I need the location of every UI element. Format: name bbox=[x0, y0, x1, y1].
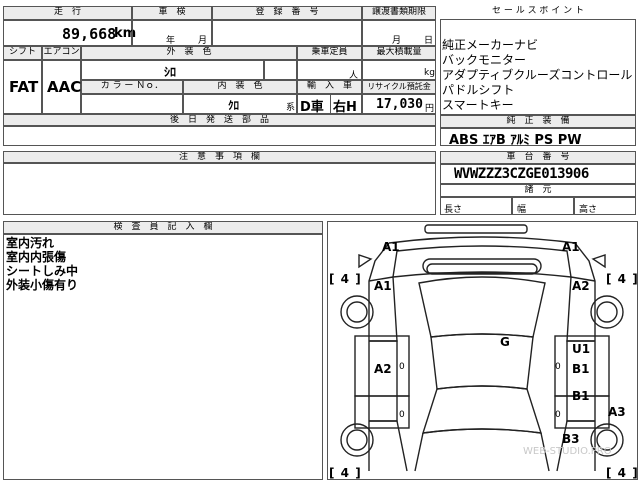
panel-zero: 0 bbox=[555, 362, 561, 372]
specs-width-label: 幅 bbox=[517, 205, 527, 215]
sales-point-item: 純正メーカーナビ bbox=[442, 38, 539, 52]
damage-mark-a1-front-right: A1 bbox=[562, 240, 580, 254]
remark-item: 室内汚れ bbox=[6, 236, 55, 250]
exterior-color-header: 外 装 色 bbox=[81, 46, 297, 60]
import-header: 輸 入 車 bbox=[297, 80, 362, 94]
damage-mark-b1-lower: B1 bbox=[572, 389, 590, 403]
inspection-month: 月 bbox=[198, 36, 208, 46]
vehicle-diagram bbox=[340, 224, 624, 472]
exterior-color-value: ｼﾛ bbox=[164, 65, 177, 79]
tire-group-rear-left: [ 4 ] bbox=[329, 466, 362, 480]
tire-group-front-right: [ 4 ] bbox=[606, 272, 639, 286]
inspection-year: 年 bbox=[166, 36, 176, 46]
sales-points-header: セ ー ル ス ポ イ ン ト bbox=[440, 6, 636, 20]
max-load-unit: kg bbox=[424, 68, 435, 78]
remark-item: 外装小傷有り bbox=[6, 278, 79, 292]
interior-color-value: ｸﾛ bbox=[228, 99, 239, 112]
tire-group-front-left: [ 4 ] bbox=[329, 272, 362, 286]
steering-value: 右H bbox=[333, 100, 357, 115]
remark-item: シートしみ中 bbox=[6, 264, 79, 278]
sales-point-item: アダプティブクルーズコントロール bbox=[442, 68, 633, 82]
mileage-value: 89,668 bbox=[62, 25, 117, 43]
damage-mark-b1-upper: B1 bbox=[572, 362, 590, 376]
later-docs-header: 後 日 発 送 部 品 bbox=[3, 114, 436, 126]
recycle-fee-value: 17,030 bbox=[376, 97, 423, 112]
panel-zero: 0 bbox=[399, 410, 405, 420]
deadline-month: 月 bbox=[392, 36, 402, 46]
damage-mark-g: G bbox=[500, 335, 510, 349]
specs-length-label: 長さ bbox=[444, 205, 463, 215]
tire-group-rear-right: [ 4 ] bbox=[606, 466, 639, 480]
ac-header: エアコン bbox=[42, 46, 81, 60]
color-no-header: カ ラ ー Ｎｏ． bbox=[81, 80, 183, 94]
drive-side-value: D車 bbox=[300, 100, 324, 115]
sales-point-item: スマートキー bbox=[442, 98, 514, 112]
chassis-header: 車 台 番 号 bbox=[440, 151, 636, 164]
later-docs-cell bbox=[3, 126, 436, 146]
inspector-header: 検 査 員 記 入 欄 bbox=[3, 221, 323, 234]
ac-value: AAC bbox=[47, 78, 82, 96]
damage-mark-u1: U1 bbox=[572, 342, 591, 356]
specs-height-label: 高さ bbox=[579, 205, 598, 215]
exterior-color-extra-cell bbox=[264, 60, 297, 80]
remark-item: 室内内張傷 bbox=[6, 250, 67, 264]
chassis-value: WVWZZZ3CZGE013906 bbox=[454, 166, 589, 182]
mileage-header: 走 行 bbox=[3, 6, 132, 20]
damage-mark-a3: A3 bbox=[608, 405, 626, 419]
panel-zero: 0 bbox=[399, 362, 405, 372]
damage-mark-a2-left: A2 bbox=[374, 362, 392, 376]
registration-header: 登 録 番 号 bbox=[212, 6, 362, 20]
sales-point-item: バックモニター bbox=[442, 53, 527, 67]
inspector-remarks: 室内汚れ 室内内張傷 シートしみ中 外装小傷有り bbox=[6, 236, 78, 292]
notes-cell bbox=[3, 163, 436, 215]
damage-mark-a1-left: A1 bbox=[374, 279, 392, 293]
sales-point-item: パドルシフト bbox=[442, 83, 515, 97]
inspection-header: 車 検 bbox=[132, 6, 212, 20]
max-load-header: 最大積載量 bbox=[362, 46, 436, 60]
genuine-equipment-value: ABS ｴｱB ｱﾙﾐ PS PW bbox=[449, 133, 582, 148]
shift-header: シフト bbox=[3, 46, 42, 60]
interior-color-cell bbox=[183, 94, 297, 114]
watermark: WEB-STUDIO.PRO bbox=[523, 446, 612, 457]
panel-zero: 0 bbox=[555, 410, 561, 420]
transfer-deadline-header: 譲渡書類期限 bbox=[362, 6, 436, 20]
interior-color-header: 内 装 色 bbox=[183, 80, 297, 94]
sales-points-list: 純正メーカーナビ バックモニター アダプティブクルーズコントロール パドルシフト… bbox=[442, 38, 632, 113]
damage-mark-a2-right: A2 bbox=[572, 279, 590, 293]
recycle-header: リサイクル預託金 bbox=[362, 80, 436, 94]
interior-color-suffix: 系 bbox=[286, 103, 296, 113]
recycle-fee-unit: 円 bbox=[425, 104, 435, 114]
color-no-cell bbox=[81, 94, 183, 114]
registration-cell bbox=[212, 20, 362, 46]
capacity-header: 乗車定員 bbox=[297, 46, 362, 60]
shift-value: FAT bbox=[9, 78, 39, 96]
genuine-equipment-header: 純 正 装 備 bbox=[440, 115, 636, 128]
import-divider bbox=[330, 94, 331, 114]
deadline-day: 日 bbox=[424, 36, 434, 46]
damage-mark-a1-front-left: A1 bbox=[382, 240, 400, 254]
specs-header: 諸 元 bbox=[440, 184, 636, 197]
notes-header: 注 意 事 項 欄 bbox=[3, 151, 436, 163]
damage-mark-b3: B3 bbox=[562, 432, 580, 446]
